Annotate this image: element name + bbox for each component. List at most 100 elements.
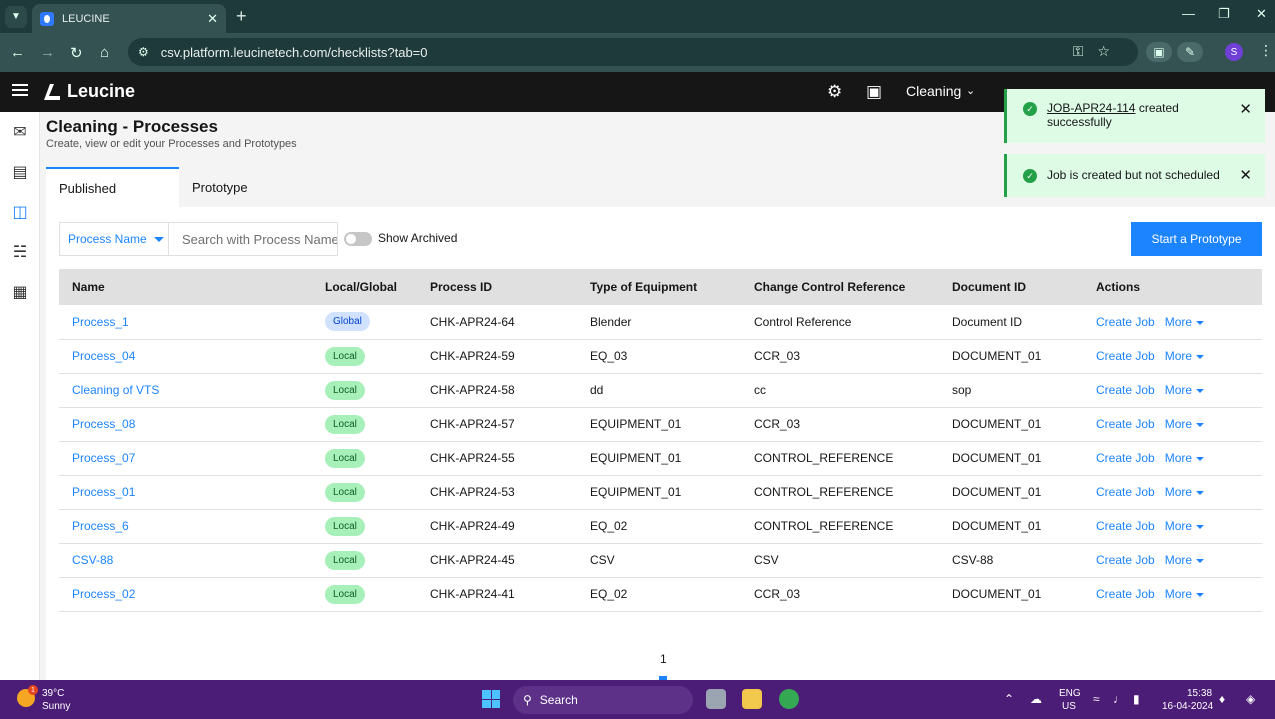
- language-line-2[interactable]: US: [1062, 701, 1076, 712]
- table-row: Process_04 Local CHK-APR24-59 EQ_03 CCR_…: [59, 339, 1262, 373]
- notification-bell-icon[interactable]: ♦: [1219, 692, 1225, 706]
- search-input[interactable]: [169, 222, 338, 256]
- process-name-link[interactable]: Process_01: [72, 485, 135, 499]
- more-actions[interactable]: More: [1165, 485, 1205, 499]
- more-actions[interactable]: More: [1165, 383, 1205, 397]
- new-tab-icon[interactable]: +: [236, 6, 247, 27]
- inbox-icon[interactable]: ✉: [10, 122, 30, 142]
- more-label: More: [1164, 314, 1193, 329]
- language-line-1[interactable]: ENG: [1059, 688, 1081, 699]
- equipment: CSV: [590, 553, 615, 567]
- battery-icon[interactable]: ▮: [1133, 692, 1140, 706]
- restore-icon[interactable]: ❐: [1218, 6, 1230, 22]
- process-name-link[interactable]: Process_08: [72, 417, 135, 431]
- browser-tab[interactable]: LEUCINE ✕: [32, 4, 226, 33]
- tray-chevron-icon[interactable]: ⌃: [1004, 692, 1014, 706]
- page-subtitle: Create, view or edit your Processes and …: [46, 138, 297, 150]
- facility-selector[interactable]: Cleaning: [906, 83, 961, 99]
- pagination-page[interactable]: 1: [660, 652, 667, 666]
- show-archived-label: Show Archived: [378, 231, 458, 245]
- create-job-link[interactable]: Create Job: [1096, 417, 1155, 431]
- process-name-link[interactable]: Process_07: [72, 451, 135, 465]
- wifi-icon[interactable]: ≈: [1093, 692, 1100, 706]
- create-job-link[interactable]: Create Job: [1096, 315, 1155, 329]
- tab-published[interactable]: Published: [46, 167, 179, 207]
- windows-start-icon[interactable]: [482, 690, 500, 708]
- onedrive-cloud-icon[interactable]: ☁: [1030, 692, 1042, 706]
- tab-prototype[interactable]: Prototype: [179, 167, 312, 207]
- more-actions[interactable]: More: [1165, 417, 1205, 431]
- more-actions[interactable]: More: [1165, 519, 1205, 533]
- address-bar[interactable]: ⚙ csv.platform.leucinetech.com/checklist…: [128, 38, 1138, 66]
- minimize-icon[interactable]: —: [1182, 6, 1195, 21]
- close-icon[interactable]: ✕: [1239, 100, 1252, 118]
- create-job-link[interactable]: Create Job: [1096, 485, 1155, 499]
- table-row: Process_07 Local CHK-APR24-55 EQUIPMENT_…: [59, 441, 1262, 475]
- browser-menu-icon[interactable]: ⋮: [1259, 42, 1273, 59]
- clock-date[interactable]: 16-04-2024: [1162, 701, 1213, 712]
- more-actions[interactable]: More: [1165, 349, 1205, 363]
- chevron-down-icon[interactable]: ⌄: [966, 84, 975, 97]
- file-explorer-icon[interactable]: [742, 689, 762, 709]
- settings-gear-icon[interactable]: ⚙: [827, 82, 842, 102]
- more-actions[interactable]: More: [1164, 314, 1205, 329]
- forward-icon[interactable]: →: [40, 44, 55, 61]
- close-tab-icon[interactable]: ✕: [207, 11, 218, 27]
- process-name-link[interactable]: Process_02: [72, 587, 135, 601]
- hamburger-menu-icon[interactable]: [12, 84, 28, 96]
- search-field-dropdown[interactable]: Process Name: [59, 222, 169, 256]
- profile-avatar[interactable]: S: [1225, 43, 1243, 61]
- site-info-icon[interactable]: ⚙: [138, 45, 149, 59]
- col-ccr: Change Control Reference: [754, 280, 906, 294]
- window-close-icon[interactable]: ✕: [1256, 6, 1267, 22]
- equipment: EQUIPMENT_01: [590, 451, 682, 465]
- document-id: DOCUMENT_01: [952, 587, 1042, 601]
- process-id: CHK-APR24-53: [430, 485, 515, 499]
- process-name-link[interactable]: Process_1: [72, 315, 129, 329]
- document-id: DOCUMENT_01: [952, 485, 1042, 499]
- clock-time[interactable]: 15:38: [1187, 688, 1212, 699]
- start-prototype-button[interactable]: Start a Prototype: [1131, 222, 1262, 256]
- taskbar-search[interactable]: ⚲ Search: [513, 686, 693, 714]
- ontology-tree-icon[interactable]: ☵: [10, 242, 30, 262]
- reload-icon[interactable]: ↻: [70, 44, 83, 62]
- extensions-icon[interactable]: ✎: [1177, 42, 1203, 62]
- task-view-icon[interactable]: [706, 689, 726, 709]
- create-job-link[interactable]: Create Job: [1096, 349, 1155, 363]
- back-icon[interactable]: ←: [10, 44, 25, 61]
- create-job-link[interactable]: Create Job: [1096, 383, 1155, 397]
- more-actions[interactable]: More: [1165, 553, 1205, 567]
- create-job-link[interactable]: Create Job: [1096, 519, 1155, 533]
- bookmark-star-icon[interactable]: ⚿☆: [1073, 43, 1124, 60]
- create-job-link[interactable]: Create Job: [1096, 451, 1155, 465]
- more-actions[interactable]: More: [1165, 587, 1205, 601]
- processes-icon[interactable]: ◫: [10, 202, 30, 222]
- screenshot-extension-icon[interactable]: ▣: [1146, 42, 1172, 62]
- more-actions[interactable]: More: [1165, 451, 1205, 465]
- job-link[interactable]: JOB-APR24-114: [1047, 101, 1135, 115]
- table-row: Process_01 Local CHK-APR24-53 EQUIPMENT_…: [59, 475, 1262, 509]
- create-job-link[interactable]: Create Job: [1096, 587, 1155, 601]
- search-field-label: Process Name: [68, 232, 147, 246]
- chrome-icon[interactable]: [779, 689, 799, 709]
- toast-text-2: successfully: [1047, 115, 1112, 129]
- process-name-link[interactable]: CSV-88: [72, 553, 113, 567]
- copilot-icon[interactable]: ◈: [1246, 692, 1255, 706]
- process-name-link[interactable]: Cleaning of VTS: [72, 383, 159, 397]
- create-job-link[interactable]: Create Job: [1096, 553, 1155, 567]
- process-name-link[interactable]: Process_04: [72, 349, 135, 363]
- close-icon[interactable]: ✕: [1239, 166, 1252, 184]
- jobs-clipboard-icon[interactable]: ▤: [10, 162, 30, 182]
- url-text[interactable]: csv.platform.leucinetech.com/checklists?…: [161, 45, 428, 60]
- speaker-muted-icon[interactable]: ♩: [1113, 692, 1125, 706]
- equipment: EQUIPMENT_01: [590, 417, 682, 431]
- document-id: CSV-88: [952, 553, 994, 567]
- ccr: CONTROL_REFERENCE: [754, 519, 894, 533]
- tab-search-icon[interactable]: ▼: [5, 5, 27, 28]
- process-name-link[interactable]: Process_6: [72, 519, 129, 533]
- reports-calculator-icon[interactable]: ▦: [10, 282, 30, 302]
- equipment: EQUIPMENT_01: [590, 485, 682, 499]
- scan-icon[interactable]: ▣: [866, 82, 882, 102]
- show-archived-toggle[interactable]: [344, 232, 372, 246]
- home-icon[interactable]: ⌂: [100, 44, 109, 61]
